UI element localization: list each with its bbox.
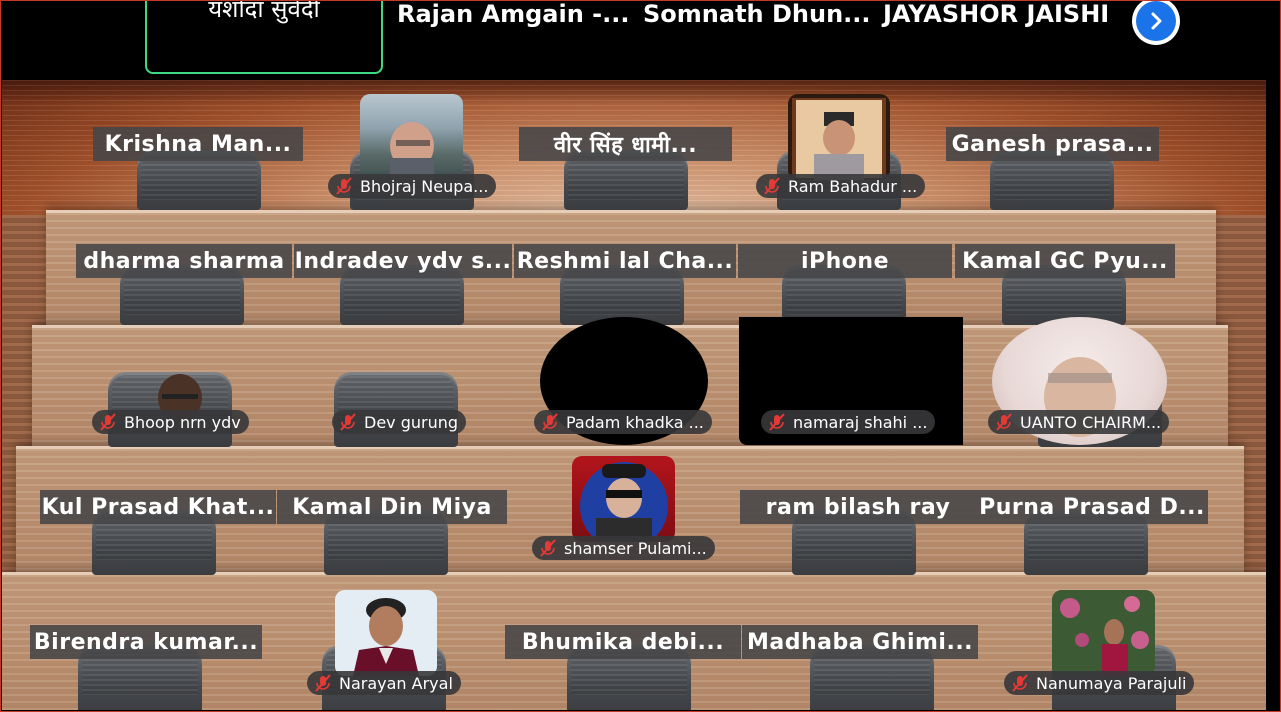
participant-name-label[interactable]: Kamal Din Miya [277,490,507,524]
participant-video[interactable] [360,94,463,180]
participant-name-label[interactable]: Madhaba Ghimi... [742,625,978,659]
participant-video[interactable] [1052,590,1155,676]
participant-mute-label[interactable]: Dev gurung [332,410,467,434]
participant-name: Ram Bahadur ... [788,176,918,196]
next-page-button[interactable] [1132,0,1180,45]
participant-name-label[interactable]: Purna Prasad D... [976,490,1208,524]
participant-tile[interactable]: Rajan Amgain -... [397,0,629,76]
participant-video[interactable] [572,456,675,542]
participant-tile[interactable]: Somnath Dhun... [643,0,871,76]
participant-name-label[interactable]: Kul Prasad Khat... [40,490,276,524]
mic-muted-icon [996,413,1012,431]
participant-name-label[interactable]: Reshmi lal Cha... [514,244,736,278]
mic-muted-icon [100,413,116,431]
participant-mute-label[interactable]: namaraj shahi ... [761,410,936,434]
participant-name: Dev gurung [364,412,459,432]
participant-name: Padam khadka ... [566,412,704,432]
active-speaker-tile[interactable]: यशोदा सुवेदी [145,0,383,74]
chevron-right-icon [1136,1,1176,41]
participant-name-label[interactable]: Birendra kumar... [30,625,262,659]
participant-mute-label[interactable]: Nanumaya Parajuli [1004,671,1195,695]
mic-muted-icon [764,177,780,195]
participant-name-label[interactable]: iPhone [738,244,952,278]
participant-name: namaraj shahi ... [793,412,928,432]
participant-mute-label[interactable]: UANTO CHAIRM... [988,410,1170,434]
mic-muted-icon [340,413,356,431]
participant-tile[interactable]: JAYASHOR JAISHI [883,0,1109,76]
participant-mute-label[interactable]: Ram Bahadur ... [756,174,926,198]
participant-mute-label[interactable]: Narayan Aryal [307,671,461,695]
participant-name-label[interactable]: Ganesh prasa... [946,127,1159,161]
mic-muted-icon [542,413,558,431]
immersive-auditorium: Krishna Man... Bhojraj Neupa... वीर सिंह… [2,80,1266,710]
mic-muted-icon [769,413,785,431]
participant-mute-label[interactable]: shamser Pulami... [532,536,715,560]
participant-name: Bhoop nrn ydv [124,412,241,432]
participant-mute-label[interactable]: Padam khadka ... [534,410,712,434]
participant-name: Bhojraj Neupa... [360,176,489,196]
participant-name: JAYASHOR JAISHI [883,0,1110,28]
participant-name-label[interactable]: Indradev ydv s... [294,244,512,278]
participant-name-label[interactable]: Krishna Man... [93,127,303,161]
participant-name: UANTO CHAIRM... [1020,412,1162,432]
participant-name-label[interactable]: वीर सिंह धामी... [519,127,732,161]
participant-name-label[interactable]: dharma sharma [76,244,292,278]
mic-muted-icon [315,674,331,692]
participant-mute-label[interactable]: Bhojraj Neupa... [328,174,497,198]
participant-name: Narayan Aryal [339,673,453,693]
mic-muted-icon [540,539,556,557]
participant-name: shamser Pulami... [564,538,707,558]
participant-video[interactable] [788,94,890,180]
participant-name-label[interactable]: ram bilash ray [740,490,976,524]
participant-mute-label[interactable]: Bhoop nrn ydv [92,410,249,434]
mic-muted-icon [1012,674,1028,692]
participant-name: Nanumaya Parajuli [1036,673,1187,693]
participant-name: Somnath Dhun... [643,0,871,28]
mic-muted-icon [336,177,352,195]
participant-name: यशोदा सुवेदी [208,0,320,23]
participant-name-label[interactable]: Kamal GC Pyu... [955,244,1175,278]
participant-name-label[interactable]: Bhumika debi... [505,625,741,659]
participant-name: Rajan Amgain -... [397,0,630,28]
top-participant-strip: यशोदा सुवेदी Rajan Amgain -... Somnath D… [0,0,1281,80]
participant-video[interactable] [335,590,437,676]
